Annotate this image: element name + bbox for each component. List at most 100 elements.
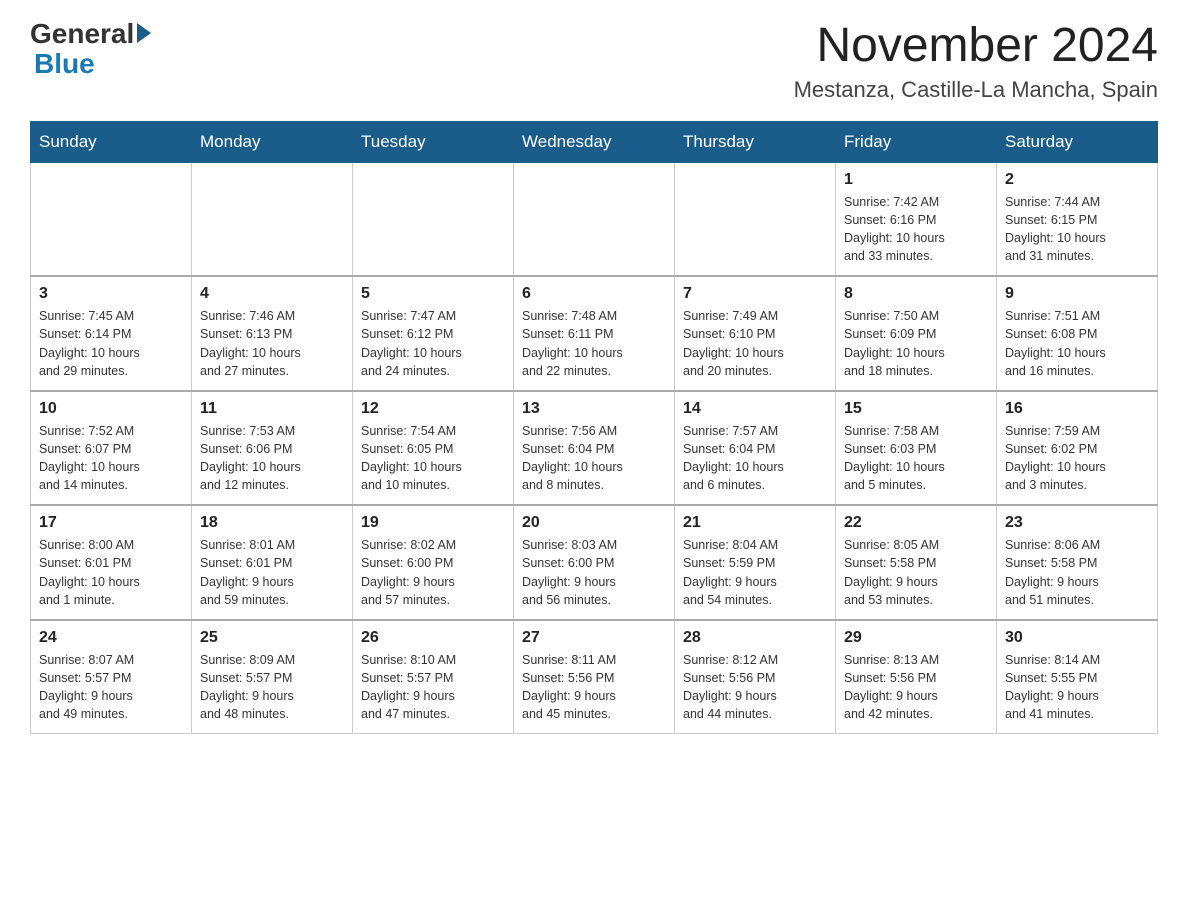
day-number: 1 — [844, 171, 988, 189]
day-info: Sunrise: 7:46 AM Sunset: 6:13 PM Dayligh… — [200, 307, 344, 380]
day-number: 12 — [361, 400, 505, 418]
logo-arrow-icon — [137, 23, 151, 43]
calendar-cell — [675, 162, 836, 276]
calendar-cell — [31, 162, 192, 276]
day-info: Sunrise: 8:03 AM Sunset: 6:00 PM Dayligh… — [522, 536, 666, 609]
day-info: Sunrise: 7:59 AM Sunset: 6:02 PM Dayligh… — [1005, 422, 1149, 495]
calendar-cell — [353, 162, 514, 276]
day-info: Sunrise: 8:11 AM Sunset: 5:56 PM Dayligh… — [522, 651, 666, 724]
day-info: Sunrise: 8:00 AM Sunset: 6:01 PM Dayligh… — [39, 536, 183, 609]
day-number: 19 — [361, 514, 505, 532]
month-title: November 2024 — [794, 20, 1158, 73]
calendar-cell: 25 Sunrise: 8:09 AM Sunset: 5:57 PM Dayli… — [192, 620, 353, 734]
day-number: 25 — [200, 629, 344, 647]
day-info: Sunrise: 7:42 AM Sunset: 6:16 PM Dayligh… — [844, 193, 988, 266]
day-info: Sunrise: 8:06 AM Sunset: 5:58 PM Dayligh… — [1005, 536, 1149, 609]
day-info: Sunrise: 7:49 AM Sunset: 6:10 PM Dayligh… — [683, 307, 827, 380]
calendar-week-2: 10 Sunrise: 7:52 AM Sunset: 6:07 PM Dayli… — [31, 391, 1158, 506]
day-number: 7 — [683, 285, 827, 303]
day-number: 20 — [522, 514, 666, 532]
calendar-cell: 16 Sunrise: 7:59 AM Sunset: 6:02 PM Dayli… — [997, 391, 1158, 506]
calendar-week-4: 24 Sunrise: 8:07 AM Sunset: 5:57 PM Dayli… — [31, 620, 1158, 734]
day-number: 18 — [200, 514, 344, 532]
logo-text: General — [30, 20, 151, 48]
day-info: Sunrise: 7:45 AM Sunset: 6:14 PM Dayligh… — [39, 307, 183, 380]
header-tuesday: Tuesday — [353, 121, 514, 162]
calendar-cell: 24 Sunrise: 8:07 AM Sunset: 5:57 PM Dayli… — [31, 620, 192, 734]
day-number: 4 — [200, 285, 344, 303]
day-info: Sunrise: 7:44 AM Sunset: 6:15 PM Dayligh… — [1005, 193, 1149, 266]
day-info: Sunrise: 8:10 AM Sunset: 5:57 PM Dayligh… — [361, 651, 505, 724]
calendar-cell: 5Sunrise: 7:47 AM Sunset: 6:12 PM Daylig… — [353, 276, 514, 391]
day-info: Sunrise: 8:01 AM Sunset: 6:01 PM Dayligh… — [200, 536, 344, 609]
calendar-week-1: 3Sunrise: 7:45 AM Sunset: 6:14 PM Daylig… — [31, 276, 1158, 391]
calendar-cell: 30 Sunrise: 8:14 AM Sunset: 5:55 PM Dayli… — [997, 620, 1158, 734]
day-number: 5 — [361, 285, 505, 303]
day-number: 15 — [844, 400, 988, 418]
calendar-cell: 20 Sunrise: 8:03 AM Sunset: 6:00 PM Dayli… — [514, 505, 675, 620]
calendar-cell: 26 Sunrise: 8:10 AM Sunset: 5:57 PM Dayli… — [353, 620, 514, 734]
day-number: 9 — [1005, 285, 1149, 303]
calendar-cell: 4 Sunrise: 7:46 AM Sunset: 6:13 PM Daylig… — [192, 276, 353, 391]
header-monday: Monday — [192, 121, 353, 162]
title-area: November 2024 Mestanza, Castille-La Manc… — [794, 20, 1158, 103]
day-info: Sunrise: 8:05 AM Sunset: 5:58 PM Dayligh… — [844, 536, 988, 609]
day-info: Sunrise: 7:54 AM Sunset: 6:05 PM Dayligh… — [361, 422, 505, 495]
calendar-cell: 8Sunrise: 7:50 AM Sunset: 6:09 PM Daylig… — [836, 276, 997, 391]
calendar-header-row: SundayMondayTuesdayWednesdayThursdayFrid… — [31, 121, 1158, 162]
day-info: Sunrise: 8:12 AM Sunset: 5:56 PM Dayligh… — [683, 651, 827, 724]
calendar-cell — [514, 162, 675, 276]
day-info: Sunrise: 7:48 AM Sunset: 6:11 PM Dayligh… — [522, 307, 666, 380]
day-number: 8 — [844, 285, 988, 303]
day-info: Sunrise: 7:56 AM Sunset: 6:04 PM Dayligh… — [522, 422, 666, 495]
day-info: Sunrise: 7:51 AM Sunset: 6:08 PM Dayligh… — [1005, 307, 1149, 380]
calendar-cell — [192, 162, 353, 276]
day-number: 16 — [1005, 400, 1149, 418]
day-info: Sunrise: 8:02 AM Sunset: 6:00 PM Dayligh… — [361, 536, 505, 609]
day-info: Sunrise: 8:13 AM Sunset: 5:56 PM Dayligh… — [844, 651, 988, 724]
day-number: 17 — [39, 514, 183, 532]
calendar-cell: 14 Sunrise: 7:57 AM Sunset: 6:04 PM Dayli… — [675, 391, 836, 506]
calendar-week-0: 1 Sunrise: 7:42 AM Sunset: 6:16 PM Daylig… — [31, 162, 1158, 276]
calendar-cell: 13Sunrise: 7:56 AM Sunset: 6:04 PM Dayli… — [514, 391, 675, 506]
day-info: Sunrise: 7:53 AM Sunset: 6:06 PM Dayligh… — [200, 422, 344, 495]
day-number: 30 — [1005, 629, 1149, 647]
header-sunday: Sunday — [31, 121, 192, 162]
calendar-cell: 28 Sunrise: 8:12 AM Sunset: 5:56 PM Dayli… — [675, 620, 836, 734]
day-number: 11 — [200, 400, 344, 418]
day-number: 14 — [683, 400, 827, 418]
day-info: Sunrise: 8:14 AM Sunset: 5:55 PM Dayligh… — [1005, 651, 1149, 724]
day-number: 21 — [683, 514, 827, 532]
calendar-cell: 15 Sunrise: 7:58 AM Sunset: 6:03 PM Dayli… — [836, 391, 997, 506]
calendar-cell: 12 Sunrise: 7:54 AM Sunset: 6:05 PM Dayli… — [353, 391, 514, 506]
day-number: 23 — [1005, 514, 1149, 532]
calendar-cell: 6 Sunrise: 7:48 AM Sunset: 6:11 PM Daylig… — [514, 276, 675, 391]
calendar-cell: 18 Sunrise: 8:01 AM Sunset: 6:01 PM Dayli… — [192, 505, 353, 620]
calendar-week-3: 17 Sunrise: 8:00 AM Sunset: 6:01 PM Dayli… — [31, 505, 1158, 620]
day-number: 24 — [39, 629, 183, 647]
day-info: Sunrise: 7:58 AM Sunset: 6:03 PM Dayligh… — [844, 422, 988, 495]
calendar-cell: 19 Sunrise: 8:02 AM Sunset: 6:00 PM Dayli… — [353, 505, 514, 620]
calendar-cell: 1 Sunrise: 7:42 AM Sunset: 6:16 PM Daylig… — [836, 162, 997, 276]
day-number: 2 — [1005, 171, 1149, 189]
logo-blue: Blue — [34, 48, 95, 79]
calendar-cell: 7 Sunrise: 7:49 AM Sunset: 6:10 PM Daylig… — [675, 276, 836, 391]
day-number: 6 — [522, 285, 666, 303]
day-info: Sunrise: 7:57 AM Sunset: 6:04 PM Dayligh… — [683, 422, 827, 495]
day-info: Sunrise: 7:52 AM Sunset: 6:07 PM Dayligh… — [39, 422, 183, 495]
calendar-cell: 2 Sunrise: 7:44 AM Sunset: 6:15 PM Daylig… — [997, 162, 1158, 276]
calendar-cell: 9 Sunrise: 7:51 AM Sunset: 6:08 PM Daylig… — [997, 276, 1158, 391]
day-number: 10 — [39, 400, 183, 418]
header-thursday: Thursday — [675, 121, 836, 162]
calendar-cell: 11 Sunrise: 7:53 AM Sunset: 6:06 PM Dayli… — [192, 391, 353, 506]
calendar-cell: 29 Sunrise: 8:13 AM Sunset: 5:56 PM Dayli… — [836, 620, 997, 734]
calendar-table: SundayMondayTuesdayWednesdayThursdayFrid… — [30, 121, 1158, 735]
day-info: Sunrise: 8:09 AM Sunset: 5:57 PM Dayligh… — [200, 651, 344, 724]
day-number: 29 — [844, 629, 988, 647]
day-number: 28 — [683, 629, 827, 647]
header-wednesday: Wednesday — [514, 121, 675, 162]
day-number: 22 — [844, 514, 988, 532]
day-number: 26 — [361, 629, 505, 647]
day-info: Sunrise: 8:07 AM Sunset: 5:57 PM Dayligh… — [39, 651, 183, 724]
calendar-cell: 23 Sunrise: 8:06 AM Sunset: 5:58 PM Dayli… — [997, 505, 1158, 620]
